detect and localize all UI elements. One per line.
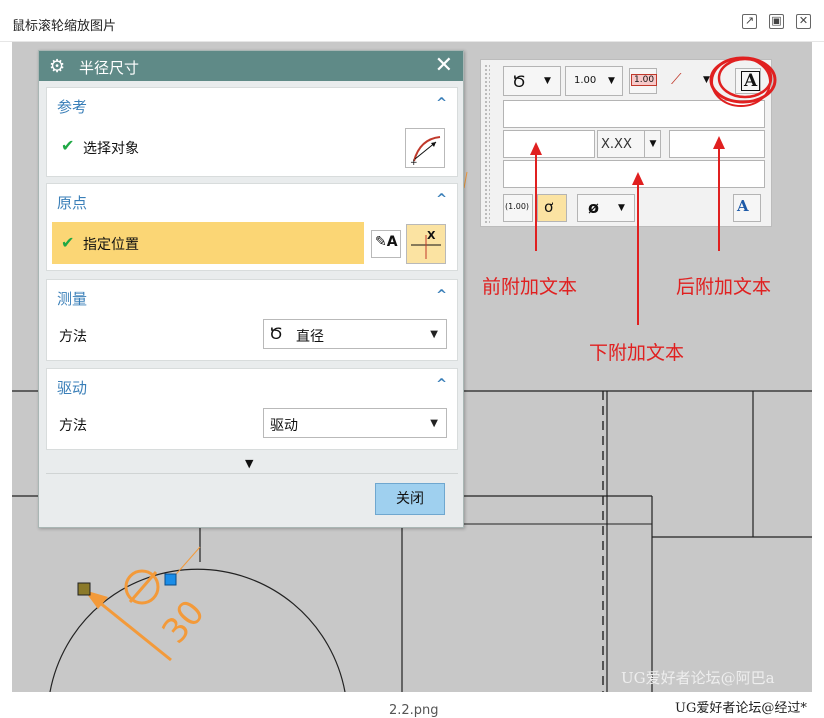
dialog-title: 半径尺寸 xyxy=(79,59,140,77)
watermark: UG爱好者论坛@经过* xyxy=(675,701,807,716)
drive-method-value: 驱动 xyxy=(270,418,298,434)
watermark: UG爱好者论坛@阿巴a xyxy=(621,669,775,687)
tolerance-format-value: X.XX xyxy=(601,137,632,152)
window-title: 鼠标滚轮缩放图片 xyxy=(12,19,117,34)
divider xyxy=(46,473,458,474)
text-alignment-button[interactable]: A xyxy=(733,194,761,222)
method-label: 方法 xyxy=(59,329,87,345)
close-icon[interactable]: ✕ xyxy=(796,14,811,29)
grip-handle[interactable] xyxy=(484,64,490,224)
origin-tool-button[interactable]: X xyxy=(406,224,446,264)
popout-icon[interactable]: ↗ xyxy=(742,14,757,29)
section-title[interactable]: 原点 xyxy=(57,192,87,213)
radius-dimension-dialog: ⚙ 半径尺寸 ✕ 参考 ^ ✔ 选择对象 + 原点 ^ ✔ 指定位置 ✎A X … xyxy=(38,50,464,528)
svg-text:X: X xyxy=(427,229,436,242)
chevron-down-icon: ▼ xyxy=(544,76,551,86)
dimension-text-toolbar: Ծ ▼ 1.00 ▼ 1.00 ⟋ ▼ A X.XX ▼ (1.00) ơ ø … xyxy=(480,59,772,227)
collapse-icon[interactable]: ^ xyxy=(436,288,447,303)
measure-method-select[interactable]: Ծ 直径 ▼ xyxy=(263,319,447,349)
reference-paren-button[interactable]: (1.00) xyxy=(503,194,533,222)
close-button[interactable]: 关闭 xyxy=(375,483,445,515)
collapse-icon[interactable]: ^ xyxy=(436,377,447,392)
below-text-field[interactable] xyxy=(503,160,765,188)
diameter-symbol-value: ø xyxy=(588,198,599,217)
suffix-text-annotation: 后附加文本 xyxy=(676,276,772,298)
collapse-icon[interactable]: ^ xyxy=(436,192,447,207)
text-settings-icon: A xyxy=(741,71,761,91)
tolerance-icon: ⟋ xyxy=(671,70,682,88)
precision-badge-button[interactable]: 1.00 xyxy=(629,68,658,94)
section-title[interactable]: 测量 xyxy=(57,288,87,309)
arc-icon: + xyxy=(410,136,441,168)
specify-location-label: 指定位置 xyxy=(83,237,139,253)
section-drive: 驱动 ^ 方法 驱动 ▼ xyxy=(46,368,458,450)
section-origin: 原点 ^ ✔ 指定位置 ✎A X xyxy=(46,183,458,271)
precision-value: 1.00 xyxy=(574,75,597,86)
diameter-method-icon: Ծ xyxy=(269,324,283,343)
chevron-down-icon: ▼ xyxy=(430,418,438,429)
precision-dropdown[interactable]: 1.00 ▼ xyxy=(565,66,623,96)
diameter-symbol-dropdown[interactable]: ø ▼ xyxy=(577,194,635,222)
collapse-icon[interactable]: ^ xyxy=(436,96,447,111)
select-object-label[interactable]: 选择对象 xyxy=(83,138,139,158)
prefix-text-field[interactable] xyxy=(503,130,595,158)
gear-icon[interactable]: ⚙ xyxy=(49,56,65,77)
section-title[interactable]: 驱动 xyxy=(57,377,87,398)
section-reference: 参考 ^ ✔ 选择对象 + xyxy=(46,87,458,177)
tolerance-style-dropdown[interactable]: ⟋ ▼ xyxy=(665,66,715,96)
drive-method-select[interactable]: 驱动 ▼ xyxy=(263,408,447,438)
section-title[interactable]: 参考 xyxy=(57,96,87,117)
precision-badge: 1.00 xyxy=(631,74,658,86)
select-arc-button[interactable]: + xyxy=(405,128,445,168)
specify-location-row[interactable]: ✔ 指定位置 xyxy=(52,222,364,264)
measure-method-value: 直径 xyxy=(296,329,324,345)
method-label: 方法 xyxy=(59,418,87,434)
chevron-down-icon: ▼ xyxy=(430,329,438,340)
below-text-annotation: 下附加文本 xyxy=(589,342,685,364)
maximize-icon[interactable]: ▣ xyxy=(769,14,784,29)
check-icon: ✔ xyxy=(61,136,75,155)
text-placement-button[interactable]: ✎A xyxy=(371,230,401,258)
chevron-down-icon: ▼ xyxy=(703,75,710,85)
more-options-icon[interactable]: ▼ xyxy=(245,457,253,470)
chevron-down-icon: ▼ xyxy=(644,131,661,157)
above-text-field[interactable] xyxy=(503,100,765,128)
text-alignment-icon: A xyxy=(737,197,749,215)
section-measure: 测量 ^ 方法 Ծ 直径 ▼ xyxy=(46,279,458,361)
diameter-style-icon: ơ xyxy=(544,198,554,216)
tolerance-format-dropdown[interactable]: X.XX ▼ xyxy=(597,130,661,158)
crosshair-icon: X xyxy=(411,229,441,259)
text-placement-icon: ✎A xyxy=(375,234,398,250)
suffix-text-field[interactable] xyxy=(669,130,765,158)
close-icon[interactable]: ✕ xyxy=(435,53,453,78)
diameter-style-button[interactable]: ơ xyxy=(537,194,567,222)
chevron-down-icon: ▼ xyxy=(618,203,625,213)
dimension-type-dropdown[interactable]: Ծ ▼ xyxy=(503,66,561,96)
dialog-header: ⚙ 半径尺寸 ✕ xyxy=(39,51,463,81)
prefix-text-annotation: 前附加文本 xyxy=(482,276,578,298)
paren-value: (1.00) xyxy=(505,202,530,211)
svg-text:+: + xyxy=(410,158,418,167)
window-titlebar: 鼠标滚轮缩放图片 ↗ ▣ ✕ xyxy=(0,0,824,42)
diameter-type-icon: Ծ xyxy=(512,72,526,91)
image-filename: 2.2.png xyxy=(389,703,439,718)
check-icon: ✔ xyxy=(61,233,75,252)
chevron-down-icon: ▼ xyxy=(608,76,615,86)
text-settings-button[interactable]: A xyxy=(735,68,761,94)
